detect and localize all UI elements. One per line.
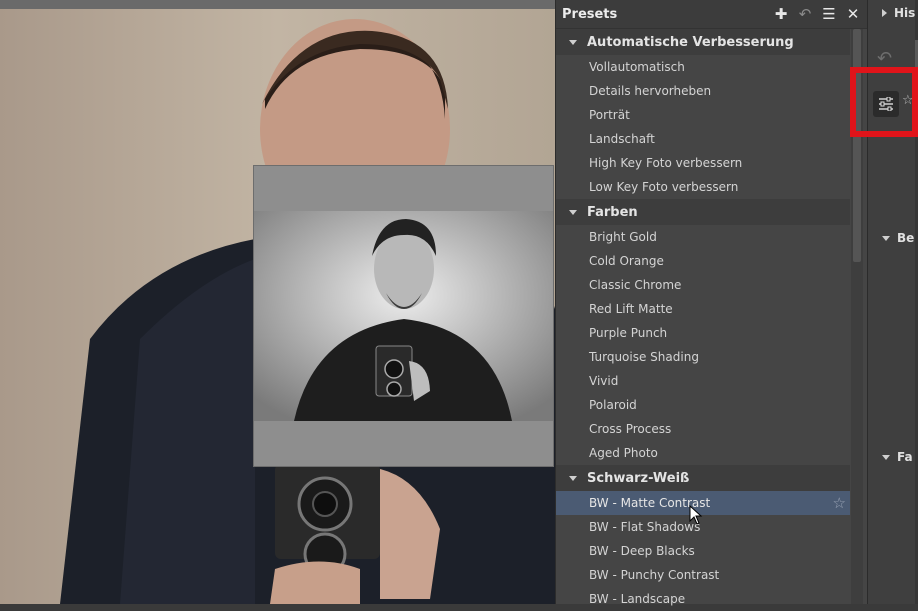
presets-title: Presets (562, 6, 618, 22)
preset-item[interactable]: BW - Flat Shadows (556, 515, 850, 539)
undo-arrow-icon[interactable]: ↶ (877, 48, 892, 69)
preset-item[interactable]: Low Key Foto verbessern (556, 175, 850, 199)
group-farben[interactable]: Farben (556, 199, 850, 225)
preset-item[interactable]: Bright Gold (556, 225, 850, 249)
expand-triangle-icon (569, 39, 577, 45)
preset-item[interactable]: Purple Punch (556, 321, 850, 345)
preset-item[interactable]: Aged Photo (556, 441, 850, 465)
favorite-star-icon[interactable]: ☆ (833, 491, 846, 515)
menu-icon[interactable]: ☰ (821, 6, 837, 22)
preset-item[interactable]: Porträt (556, 103, 850, 127)
preset-item[interactable]: Polaroid (556, 393, 850, 417)
preset-item[interactable]: Vollautomatisch (556, 55, 850, 79)
red-highlight-box (850, 67, 918, 137)
group-automatische-verbesserung[interactable]: Automatische Verbesserung (556, 29, 850, 55)
presets-list: Automatische Verbesserung Vollautomatisc… (556, 29, 850, 611)
exposure-section-header[interactable]: Bel (868, 225, 918, 251)
presets-header: Presets ✚ ↶ ☰ ✕ (556, 0, 867, 29)
preset-item[interactable]: Cross Process (556, 417, 850, 441)
scrollbar-thumb[interactable] (853, 29, 861, 262)
expand-triangle-icon (882, 235, 890, 241)
preset-item[interactable]: BW - Punchy Contrast (556, 563, 850, 587)
color-section-header[interactable]: Fa (868, 444, 918, 470)
preset-item[interactable]: High Key Foto verbessern (556, 151, 850, 175)
group-label: Farben (587, 204, 638, 220)
preset-preview-popup (253, 165, 554, 467)
expand-triangle-icon (569, 475, 577, 481)
group-label: Automatische Verbesserung (587, 34, 794, 50)
preset-item[interactable]: Turquoise Shading (556, 345, 850, 369)
expand-triangle-icon (569, 209, 577, 215)
preset-item[interactable]: Vivid (556, 369, 850, 393)
preset-item[interactable]: BW - Landscape (556, 587, 850, 611)
canvas-top-bar (0, 0, 555, 9)
preset-item[interactable]: Cold Orange (556, 249, 850, 273)
presets-panel: Presets ✚ ↶ ☰ ✕ Automatische Verbesserun… (555, 0, 867, 606)
expand-triangle-icon (882, 454, 890, 460)
collapse-triangle-icon (882, 9, 887, 17)
group-label: Schwarz-Weiß (587, 470, 690, 486)
preset-item[interactable]: Landschaft (556, 127, 850, 151)
preset-item[interactable]: Details hervorheben (556, 79, 850, 103)
group-schwarz-weiss[interactable]: Schwarz-Weiß (556, 465, 850, 491)
undo-icon[interactable]: ↶ (797, 6, 813, 22)
preset-item-selected[interactable]: BW - Matte Contrast ☆ (556, 491, 850, 515)
preview-image (254, 211, 553, 421)
section-label: Fa (897, 450, 913, 464)
preset-item[interactable]: Red Lift Matte (556, 297, 850, 321)
add-preset-icon[interactable]: ✚ (773, 6, 789, 22)
history-section-header[interactable]: His (868, 0, 918, 26)
mouse-cursor-icon (689, 505, 703, 525)
section-label: His (894, 6, 916, 20)
close-icon[interactable]: ✕ (845, 6, 861, 22)
preset-item[interactable]: Classic Chrome (556, 273, 850, 297)
preset-item[interactable]: BW - Deep Blacks (556, 539, 850, 563)
